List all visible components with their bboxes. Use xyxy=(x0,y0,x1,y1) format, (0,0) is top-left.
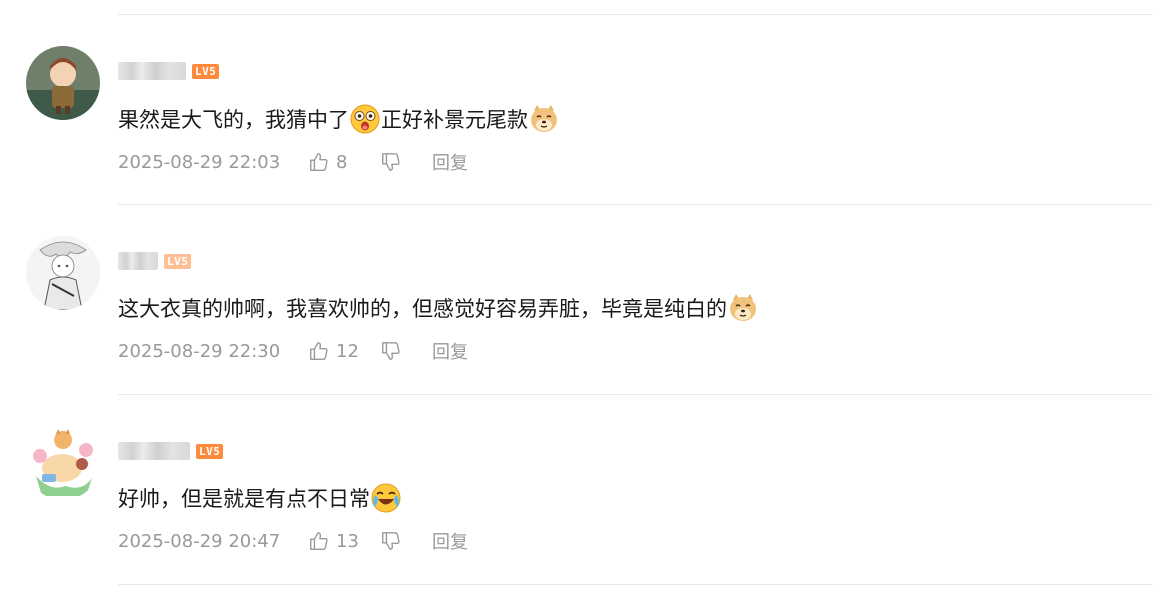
comment-item: LV5 果然是大飞的，我猜中了 正好补景元尾款 2025-08-29 22:03… xyxy=(0,0,1153,180)
comment-text: 果然是大飞的，我猜中了 正好补景元尾款 xyxy=(118,102,560,136)
comment-text: 好帅，但是就是有点不日常 xyxy=(118,481,402,515)
thumbs-up-icon xyxy=(310,153,328,171)
level-badge: LV5 xyxy=(192,63,220,79)
comment-meta: 2025-08-29 20:47 13 回复 xyxy=(118,528,468,554)
level-badge: LV5 xyxy=(164,253,192,269)
reply-button[interactable]: 回复 xyxy=(432,338,468,364)
like-count: 12 xyxy=(336,340,359,362)
comment-time: 2025-08-29 22:30 xyxy=(118,340,281,362)
like-button[interactable]: 12 xyxy=(308,340,380,362)
comment-text-part: 这大衣真的帅啊，我喜欢帅的，但感觉好容易弄脏，毕竟是纯白的 xyxy=(118,297,727,321)
username-blurred xyxy=(118,62,186,80)
username-blurred xyxy=(118,442,190,460)
username-blurred xyxy=(118,252,158,270)
like-count: 8 xyxy=(336,151,348,173)
comment-text-part: 正好补景元尾款 xyxy=(381,108,528,132)
thumbs-up-icon xyxy=(310,342,328,360)
comment-text-part: 好帅，但是就是有点不日常 xyxy=(118,487,370,511)
shocked-face-emoji xyxy=(349,103,381,135)
comment-text-part: 果然是大飞的，我猜中了 xyxy=(118,108,349,132)
reply-button[interactable]: 回复 xyxy=(432,528,468,554)
divider xyxy=(118,584,1153,585)
level-badge: LV5 xyxy=(196,443,224,459)
comment-item: LV5 这大衣真的帅啊，我喜欢帅的，但感觉好容易弄脏，毕竟是纯白的 2025-0… xyxy=(0,190,1153,370)
username[interactable]: LV5 xyxy=(118,61,220,81)
comment-time: 2025-08-29 20:47 xyxy=(118,530,281,552)
thumbs-down-icon xyxy=(382,342,400,360)
username[interactable]: LV5 xyxy=(118,251,192,271)
reply-button[interactable]: 回复 xyxy=(432,149,468,175)
like-count: 13 xyxy=(336,530,359,552)
avatar[interactable] xyxy=(26,46,100,120)
doge-emoji xyxy=(528,103,560,135)
dislike-button[interactable] xyxy=(380,530,432,552)
thumbs-down-icon xyxy=(382,532,400,550)
comment-meta: 2025-08-29 22:03 8 回复 xyxy=(118,149,468,175)
username[interactable]: LV5 xyxy=(118,441,224,461)
like-button[interactable]: 8 xyxy=(308,151,380,173)
comment-time: 2025-08-29 22:03 xyxy=(118,151,281,173)
comment-meta: 2025-08-29 22:30 12 回复 xyxy=(118,338,468,364)
thumbs-down-icon xyxy=(382,153,400,171)
avatar[interactable] xyxy=(26,426,100,500)
thumbs-up-icon xyxy=(310,532,328,550)
like-button[interactable]: 13 xyxy=(308,530,380,552)
comment-text: 这大衣真的帅啊，我喜欢帅的，但感觉好容易弄脏，毕竟是纯白的 xyxy=(118,291,759,325)
avatar[interactable] xyxy=(26,236,100,310)
doge-emoji xyxy=(727,292,759,324)
comment-item: LV5 好帅，但是就是有点不日常 2025-08-29 20:47 13 回复 xyxy=(0,380,1153,560)
dislike-button[interactable] xyxy=(380,340,432,362)
dislike-button[interactable] xyxy=(380,151,432,173)
crying-laugh-emoji xyxy=(370,482,402,514)
